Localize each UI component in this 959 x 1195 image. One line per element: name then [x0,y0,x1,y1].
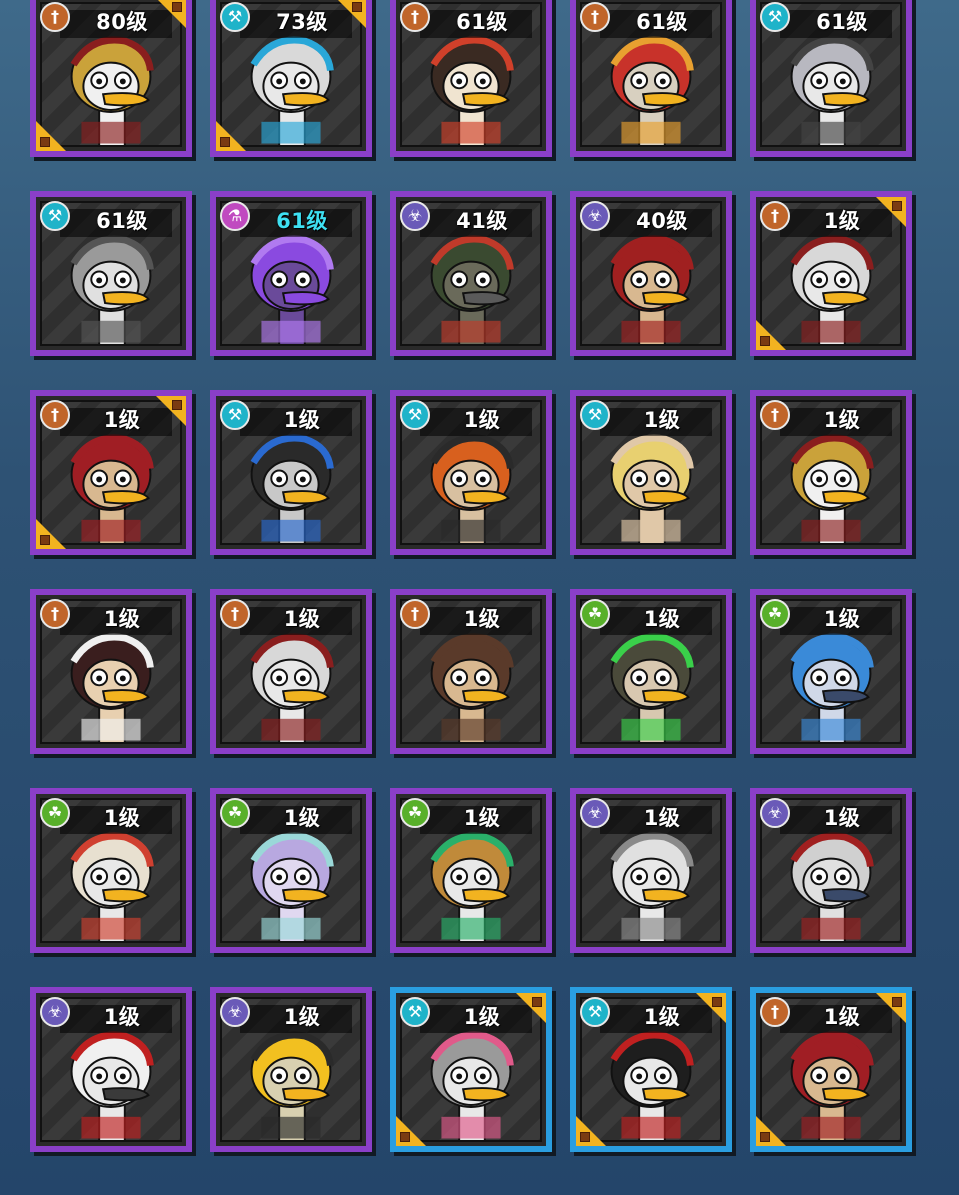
leaf-icon: ☘ [220,798,250,828]
spear-icon: † [760,997,790,1027]
level-label: 1级 [103,1005,141,1029]
character-card[interactable]: ⚒ 1级 [390,390,552,555]
wrench-icon: ⚒ [220,400,250,430]
character-card[interactable]: † 1级 [750,390,912,555]
character-card[interactable]: ☣ 1级 [30,987,192,1152]
level-label: 61级 [456,10,508,34]
biohazard-icon: ☣ [400,201,430,231]
level-label: 40级 [636,209,688,233]
level-label: 1级 [823,1005,861,1029]
spear-icon: † [400,599,430,629]
character-card[interactable]: ☘ 1级 [30,788,192,953]
spear-icon: † [40,599,70,629]
rarity-corner [36,119,68,151]
level-label: 61级 [816,10,868,34]
wrench-icon: ⚒ [220,2,250,32]
character-card[interactable]: ☣ 1级 [210,987,372,1152]
character-card[interactable]: † 1级 [750,987,912,1152]
level-label: 1级 [643,806,681,830]
character-card[interactable]: ☣ 40级 [570,191,732,356]
level-label: 80级 [96,10,148,34]
spear-icon: † [40,400,70,430]
character-card[interactable]: ☘ 1级 [750,589,912,754]
leaf-icon: ☘ [400,798,430,828]
level-label: 61级 [636,10,688,34]
character-card[interactable]: ☘ 1级 [390,788,552,953]
level-label: 1级 [283,1005,321,1029]
character-card[interactable]: ⚒ 1级 [390,987,552,1152]
wrench-icon: ⚒ [760,2,790,32]
wrench-icon: ⚒ [580,997,610,1027]
character-card[interactable]: † 1级 [30,390,192,555]
wrench-icon: ⚒ [400,997,430,1027]
character-card[interactable]: ☘ 1级 [210,788,372,953]
character-card[interactable]: † 61级 [390,0,552,157]
level-label: 61级 [276,209,328,233]
rarity-corner [756,1114,788,1146]
level-label: 1级 [643,408,681,432]
level-label: 1级 [103,408,141,432]
spear-icon: † [760,400,790,430]
level-label: 1级 [643,1005,681,1029]
rarity-corner [216,119,248,151]
level-label: 1级 [823,806,861,830]
potion-icon: ⚗ [220,201,250,231]
biohazard-icon: ☣ [760,798,790,828]
wrench-icon: ⚒ [400,400,430,430]
rarity-corner [36,517,68,549]
character-card[interactable]: ⚒ 1级 [570,390,732,555]
character-card[interactable]: † 61级 [570,0,732,157]
level-label: 73级 [276,10,328,34]
character-card[interactable]: ⚒ 1级 [210,390,372,555]
level-label: 1级 [283,607,321,631]
biohazard-icon: ☣ [580,201,610,231]
character-card[interactable]: † 1级 [30,589,192,754]
wrench-icon: ⚒ [580,400,610,430]
level-label: 1级 [103,607,141,631]
leaf-icon: ☘ [40,798,70,828]
character-card[interactable]: ☣ 1级 [570,788,732,953]
level-label: 1级 [823,607,861,631]
character-card[interactable]: ⚗ 61级 [210,191,372,356]
spear-icon: † [220,599,250,629]
leaf-icon: ☘ [760,599,790,629]
character-card[interactable]: ⚒ 61级 [750,0,912,157]
character-card[interactable]: ☘ 1级 [570,589,732,754]
rarity-corner [576,1114,608,1146]
spear-icon: † [760,201,790,231]
character-card[interactable]: ☣ 1级 [750,788,912,953]
biohazard-icon: ☣ [220,997,250,1027]
biohazard-icon: ☣ [40,997,70,1027]
character-grid: † 80级 ⚒ 73级 † 61级 † 61级 ⚒ 61级 ⚒ 61级 ⚗ 61… [30,0,920,1152]
character-card[interactable]: ⚒ 1级 [570,987,732,1152]
level-label: 1级 [103,806,141,830]
character-card[interactable]: † 1级 [210,589,372,754]
character-card[interactable]: † 1级 [750,191,912,356]
level-label: 1级 [283,408,321,432]
character-card[interactable]: ⚒ 61级 [30,191,192,356]
biohazard-icon: ☣ [580,798,610,828]
level-label: 1级 [463,806,501,830]
rarity-corner [396,1114,428,1146]
character-card[interactable]: ☣ 41级 [390,191,552,356]
rarity-corner [756,318,788,350]
level-label: 1级 [643,607,681,631]
wrench-icon: ⚒ [40,201,70,231]
level-label: 41级 [456,209,508,233]
level-label: 1级 [463,408,501,432]
spear-icon: † [40,2,70,32]
character-card[interactable]: ⚒ 73级 [210,0,372,157]
spear-icon: † [400,2,430,32]
level-label: 1级 [463,607,501,631]
level-label: 1级 [823,209,861,233]
level-label: 1级 [823,408,861,432]
spear-icon: † [580,2,610,32]
character-card[interactable]: † 1级 [390,589,552,754]
level-label: 1级 [463,1005,501,1029]
leaf-icon: ☘ [580,599,610,629]
level-label: 1级 [283,806,321,830]
level-label: 61级 [96,209,148,233]
character-card[interactable]: † 80级 [30,0,192,157]
